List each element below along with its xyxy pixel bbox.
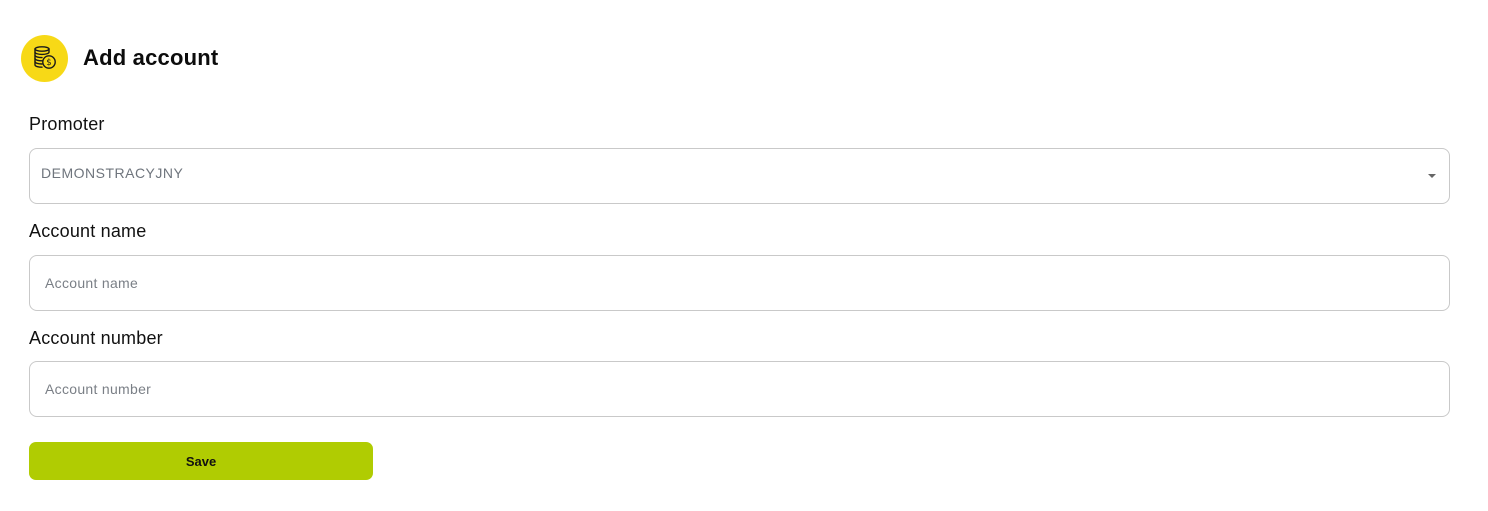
account-number-field-wrapper (29, 361, 1450, 417)
save-button[interactable]: Save (29, 442, 373, 480)
account-name-label: Account name (29, 221, 147, 241)
account-number-label: Account number (29, 328, 163, 348)
promoter-select[interactable]: DEMONSTRACYJNY (29, 148, 1450, 204)
account-number-input[interactable] (30, 362, 1449, 416)
promoter-selected-value: DEMONSTRACYJNY (41, 165, 184, 181)
caret-down-icon[interactable] (1428, 174, 1436, 178)
add-account-page: $ Add account Promoter DEMONSTRACYJNY Ac… (0, 0, 1488, 511)
svg-text:$: $ (46, 58, 51, 68)
page-header: $ Add account (21, 34, 218, 82)
promoter-label: Promoter (29, 114, 105, 134)
page-title: Add account (83, 45, 219, 70)
account-name-input[interactable] (30, 256, 1449, 310)
account-name-field-wrapper (29, 255, 1450, 311)
coins-icon: $ (21, 34, 68, 82)
